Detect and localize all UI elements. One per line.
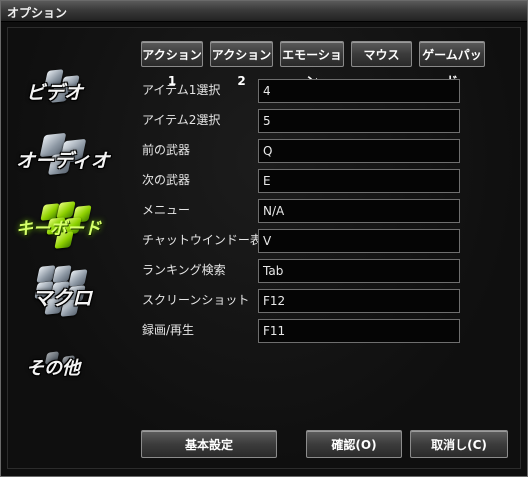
setting-field-item1[interactable]: 4: [258, 79, 460, 103]
sidebar-item-video[interactable]: ビデオ: [14, 60, 110, 120]
setting-label-ranking-search: ランキング検索: [142, 263, 226, 277]
setting-label-record-play: 録画/再生: [142, 323, 195, 337]
confirm-button[interactable]: 確認(O): [306, 430, 402, 458]
setting-field-next-weapon[interactable]: E: [258, 169, 460, 193]
setting-label-menu: メニュー: [142, 203, 191, 217]
sidebar-item-label: ビデオ: [26, 82, 84, 104]
setting-label-next-weapon: 次の武器: [142, 173, 191, 187]
tab-action2[interactable]: アクション2: [210, 41, 273, 88]
setting-field-chat-window[interactable]: V: [258, 229, 460, 253]
setting-field-ranking-search[interactable]: Tab: [258, 259, 460, 283]
tab-action1[interactable]: アクション1: [141, 41, 203, 88]
cancel-button[interactable]: 取消し(C): [410, 430, 508, 458]
setting-label-item1: アイテム1選択: [142, 83, 221, 97]
sidebar-item-macro[interactable]: マクロ: [14, 262, 110, 322]
setting-field-menu[interactable]: N/A: [258, 199, 460, 223]
sidebar-item-other[interactable]: その他: [14, 338, 110, 398]
setting-field-screenshot[interactable]: F12: [258, 289, 460, 313]
setting-label-item2: アイテム2選択: [142, 113, 221, 127]
setting-field-prev-weapon[interactable]: Q: [258, 139, 460, 163]
sidebar-item-label: マクロ: [32, 286, 92, 310]
defaults-button[interactable]: 基本設定: [141, 430, 277, 458]
setting-label-screenshot: スクリーンショット: [142, 293, 250, 307]
window-title: オプション: [7, 6, 68, 20]
sidebar-item-audio[interactable]: オーディオ: [14, 126, 110, 186]
setting-label-chat-window: チャットウインドー表示: [142, 233, 274, 247]
tab-mouse[interactable]: マウス: [351, 41, 412, 67]
setting-field-record-play[interactable]: F11: [258, 319, 460, 343]
title-bar[interactable]: オプション: [1, 1, 527, 22]
setting-field-item2[interactable]: 5: [258, 109, 460, 133]
setting-label-prev-weapon: 前の武器: [142, 143, 191, 157]
sidebar-item-label: その他: [26, 358, 80, 379]
sidebar-item-label: キーボード: [16, 219, 101, 239]
sidebar-item-label: オーディオ: [16, 150, 110, 172]
tab-emotion[interactable]: エモーション: [280, 41, 344, 88]
tab-gamepad[interactable]: ゲームパッド: [419, 41, 485, 88]
sidebar-item-keyboard[interactable]: キーボード: [14, 196, 110, 256]
